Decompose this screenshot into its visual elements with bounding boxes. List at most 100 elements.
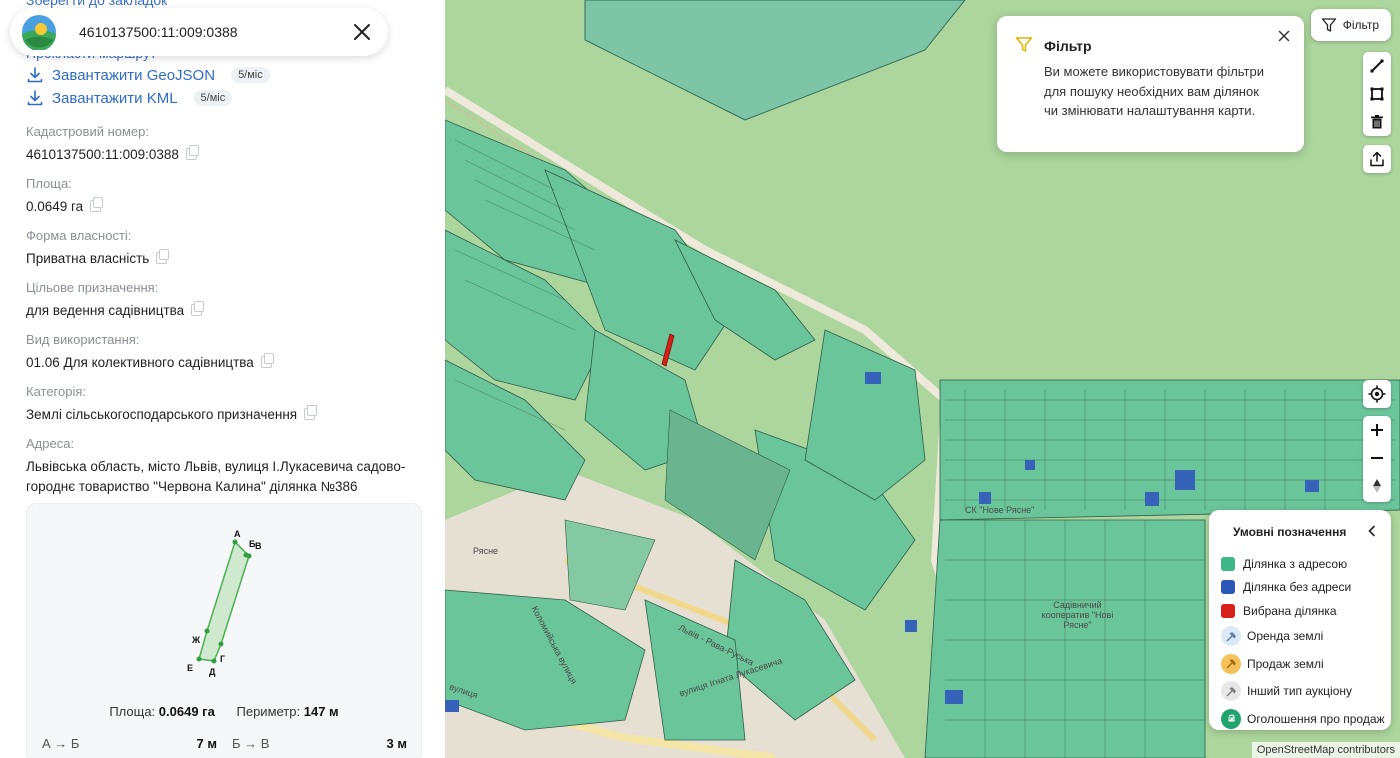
draw-polygon-button[interactable] <box>1363 80 1391 108</box>
segment-row: А → Б 7 м <box>42 736 217 751</box>
map-attribution[interactable]: OpenStreetMap contributors <box>1251 742 1400 758</box>
chevron-left-icon[interactable] <box>1365 524 1379 538</box>
share-icon <box>1370 151 1384 167</box>
sale-auction-icon <box>1221 653 1241 674</box>
legend-label: Інший тип аукціону <box>1247 684 1352 698</box>
field-label: Площа: <box>26 176 72 191</box>
geolocate-button[interactable] <box>1363 380 1391 408</box>
segment-value: 7 м <box>196 736 217 751</box>
download-geojson-link[interactable]: Завантажити GeoJSON 5/міс <box>26 66 270 84</box>
share-button[interactable] <box>1363 145 1391 173</box>
download-icon <box>27 67 43 83</box>
minus-icon <box>1371 457 1383 459</box>
copy-icon[interactable] <box>191 301 205 316</box>
bookmark-label: Зберегти до закладок <box>26 0 168 8</box>
compass-icon <box>1373 479 1381 493</box>
legend-list: Ділянка з адресою Ділянка без адреси Виб… <box>1221 552 1385 733</box>
plus-icon <box>1371 424 1383 436</box>
field-value: Землі сільськогосподарського призначення <box>26 407 298 422</box>
field-value: для ведення садівництва <box>26 303 185 318</box>
segment-label: А → Б <box>42 736 80 751</box>
legend-item: Оренда землі <box>1221 623 1385 650</box>
vertex-label-zh: Ж <box>191 635 201 645</box>
legend-title: Умовні позначення <box>1233 525 1347 539</box>
field-label: Цільове призначення: <box>26 280 159 295</box>
perimeter-value: 147 м <box>303 704 339 719</box>
map-label-coop: Садівничий кооператив "Нові Рясне" <box>1041 600 1114 630</box>
search-bar[interactable]: 4610137500:11:009:0388 <box>10 8 388 56</box>
parcel-shape-diagram: А Б В Г Д Е Ж <box>187 529 262 677</box>
segment-row: Б → В 3 м <box>232 736 407 751</box>
field-value: Приватна власність <box>26 251 150 266</box>
download-quota-badge: 5/міс <box>231 67 270 83</box>
close-icon[interactable] <box>350 20 374 44</box>
filter-button-label: Фільтр <box>1342 18 1379 32</box>
download-kml-link[interactable]: Завантажити KML 5/міс <box>26 89 233 107</box>
field-ownership: Форма власності: Приватна власність <box>26 228 421 269</box>
lease-auction-icon <box>1221 626 1241 646</box>
download-geojson-label: Завантажити GeoJSON <box>52 66 216 84</box>
line-tool-icon <box>1370 59 1384 73</box>
vertex-label-g: Г <box>220 654 225 664</box>
download-kml-label: Завантажити KML <box>52 89 178 107</box>
field-cadastral-number: Кадастровий номер: 4610137500:11:009:038… <box>26 124 421 165</box>
copy-icon[interactable] <box>260 353 274 368</box>
swatch-addressed <box>1221 556 1235 571</box>
filter-button[interactable]: Фільтр <box>1310 9 1391 41</box>
legend-label: Ділянка без адреси <box>1243 580 1352 594</box>
trash-icon <box>1371 115 1383 129</box>
draw-line-button[interactable] <box>1363 52 1391 80</box>
copy-icon[interactable] <box>156 249 170 264</box>
download-icon <box>27 90 43 106</box>
area-label: Площа: <box>109 704 156 719</box>
field-value: Львівська область, місто Львів, вулиця І… <box>26 459 406 494</box>
compass-button[interactable] <box>1363 472 1391 500</box>
zoom-controls <box>1363 416 1391 502</box>
field-label: Вид використання: <box>26 332 140 347</box>
field-label: Адреса: <box>26 436 75 451</box>
zoom-in-button[interactable] <box>1363 416 1391 444</box>
locate-icon <box>1368 385 1386 403</box>
legend-label: Вибрана ділянка <box>1243 603 1337 618</box>
filter-icon <box>1015 37 1033 52</box>
field-address: Адреса: Львівська область, місто Львів, … <box>26 436 421 497</box>
bookmark-link[interactable]: Зберегти до закладок <box>26 0 167 8</box>
legend-label: Оренда землі <box>1247 629 1324 643</box>
filter-popover: Фільтр Ви можете використовувати фільтри… <box>997 16 1304 152</box>
legend-item: Інший тип аукціону <box>1221 678 1385 705</box>
legend-label: Ділянка з адресою <box>1243 556 1348 571</box>
field-value: 0.0649 га <box>26 199 84 214</box>
segment-value: 3 м <box>386 736 407 751</box>
map-legend: Умовні позначення Ділянка з адресою Діля… <box>1209 510 1391 730</box>
search-query: 4610137500:11:009:0388 <box>79 24 238 40</box>
copy-icon[interactable] <box>90 197 104 212</box>
field-label: Категорія: <box>26 384 87 399</box>
map-canvas[interactable]: Рясне Садівничий кооператив "Нові Рясне"… <box>445 0 1400 758</box>
legend-item: Оголошення про продаж <box>1221 705 1385 732</box>
close-icon[interactable] <box>1276 28 1292 44</box>
download-quota-badge: 5/міс <box>193 90 233 106</box>
legend-item: Продаж землі <box>1221 650 1385 677</box>
delete-drawing-button[interactable] <box>1363 108 1391 136</box>
zoom-out-button[interactable] <box>1363 444 1391 472</box>
area-value: 0.0649 га <box>158 704 215 719</box>
segment-label: Б → В <box>232 736 270 751</box>
other-auction-icon <box>1221 681 1241 701</box>
copy-icon[interactable] <box>185 145 199 160</box>
vertex-label-e: Е <box>187 663 193 673</box>
draw-tools <box>1363 52 1391 136</box>
legend-item: Вибрана ділянка <box>1221 599 1385 622</box>
hryvnia-icon <box>1221 708 1241 729</box>
legend-item: Ділянка без адреси <box>1221 576 1385 599</box>
field-category: Категорія: Землі сільськогосподарського … <box>26 384 421 425</box>
field-purpose: Цільове призначення: для ведення садівни… <box>26 280 421 321</box>
perimeter-label: Периметр: <box>236 704 301 719</box>
copy-icon[interactable] <box>304 405 318 420</box>
map-label-sk: СК "Нове Рясне" <box>965 505 1035 515</box>
field-label: Форма власності: <box>26 228 132 243</box>
field-value: 01.06 Для колективного садівництва <box>26 355 254 370</box>
vertex-label-a: А <box>234 529 241 539</box>
filter-popover-title: Фільтр <box>1044 38 1092 54</box>
vertex-label-v: В <box>255 541 262 551</box>
parcel-shape-card: А Б В Г Д Е Ж Площа: 0.0649 га Периметр:… <box>26 503 422 758</box>
